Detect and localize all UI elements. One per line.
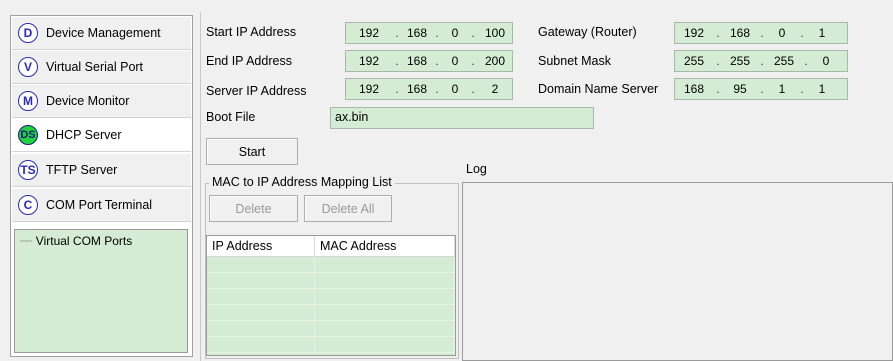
- start-ip-label: Start IP Address: [206, 25, 297, 39]
- list-row: [207, 257, 455, 273]
- subnet-mask-field[interactable]: 255 . 255 . 255 . 0: [674, 50, 848, 72]
- server-ip-field[interactable]: 192 . 168 . 0 . 2: [345, 78, 513, 100]
- gateway-field[interactable]: 192 . 168 . 0 . 1: [674, 22, 848, 44]
- tree-item-label: Virtual COM Ports: [35, 234, 133, 248]
- octet-separator: .: [716, 54, 720, 68]
- tftp-server-icon: TS: [18, 160, 38, 180]
- delete-all-button[interactable]: Delete All: [304, 195, 392, 222]
- device-monitor-icon: M: [18, 91, 38, 111]
- virtual-serial-port-icon: V: [18, 57, 38, 77]
- boot-file-label: Boot File: [206, 110, 256, 124]
- octet-separator: .: [800, 82, 804, 96]
- octet-separator: .: [395, 82, 399, 96]
- octet-separator: .: [760, 82, 764, 96]
- nav-item-label: DHCP Server: [46, 128, 122, 142]
- octet-separator: .: [716, 82, 720, 96]
- boot-file-field[interactable]: ax.bin: [330, 107, 594, 129]
- tree-item-virtual-com-ports[interactable]: ┄┄ Virtual COM Ports: [20, 234, 187, 248]
- nav-item-label: TFTP Server: [46, 163, 118, 177]
- mac-ip-mapping-list[interactable]: IP Address MAC Address: [206, 235, 456, 356]
- start-ip-octet: 168: [406, 26, 428, 40]
- gateway-label: Gateway (Router): [538, 25, 637, 39]
- nav-item-label: COM Port Terminal: [46, 198, 153, 212]
- server-ip-octet: 192: [358, 82, 380, 96]
- start-ip-octet: 0: [451, 26, 459, 40]
- dns-octet: 95: [733, 82, 747, 96]
- subnet-octet: 0: [822, 54, 830, 68]
- nav-item-dhcp-server[interactable]: DS DHCP Server: [12, 119, 191, 152]
- gateway-octet: 168: [729, 26, 751, 40]
- subnet-octet: 255: [683, 54, 705, 68]
- dns-octet: 1: [818, 82, 826, 96]
- start-button[interactable]: Start: [206, 138, 298, 165]
- octet-separator: .: [760, 54, 764, 68]
- log-label: Log: [466, 162, 487, 176]
- gateway-octet: 0: [778, 26, 786, 40]
- list-row: [207, 289, 455, 305]
- octet-separator: .: [435, 82, 439, 96]
- end-ip-field[interactable]: 192 . 168 . 0 . 200: [345, 50, 513, 72]
- list-row: [207, 305, 455, 321]
- server-ip-label: Server IP Address: [206, 84, 307, 98]
- gateway-octet: 1: [818, 26, 826, 40]
- tree-connector-icon: ┄┄: [20, 234, 33, 248]
- mac-ip-mapping-title: MAC to IP Address Mapping List: [209, 175, 395, 189]
- dns-field[interactable]: 168 . 95 . 1 . 1: [674, 78, 848, 100]
- octet-separator: .: [800, 26, 804, 40]
- subnet-octet: 255: [773, 54, 795, 68]
- nav-item-virtual-serial-port[interactable]: V Virtual Serial Port: [12, 51, 191, 84]
- end-ip-octet: 0: [451, 54, 459, 68]
- end-ip-label: End IP Address: [206, 54, 292, 68]
- octet-separator: .: [395, 54, 399, 68]
- list-header: IP Address MAC Address: [207, 236, 455, 257]
- nav-item-label: Device Management: [46, 26, 161, 40]
- nav-item-label: Virtual Serial Port: [46, 60, 144, 74]
- octet-separator: .: [760, 26, 764, 40]
- start-ip-octet: 100: [484, 26, 506, 40]
- octet-separator: .: [471, 82, 475, 96]
- nav-item-tftp-server[interactable]: TS TFTP Server: [12, 154, 191, 187]
- column-header-mac-address[interactable]: MAC Address: [315, 236, 455, 256]
- nav-item-device-management[interactable]: D Device Management: [12, 17, 191, 50]
- server-ip-octet: 2: [491, 82, 499, 96]
- nav-item-device-monitor[interactable]: M Device Monitor: [12, 85, 191, 118]
- octet-separator: .: [804, 54, 808, 68]
- nav-item-com-port-terminal[interactable]: C COM Port Terminal: [12, 189, 191, 222]
- subnet-octet: 255: [729, 54, 751, 68]
- end-ip-octet: 168: [406, 54, 428, 68]
- octet-separator: .: [716, 26, 720, 40]
- column-header-ip-address[interactable]: IP Address: [207, 236, 315, 256]
- dns-label: Domain Name Server: [538, 82, 659, 96]
- end-ip-octet: 200: [484, 54, 506, 68]
- device-management-icon: D: [18, 23, 38, 43]
- gateway-octet: 192: [683, 26, 705, 40]
- nav-item-label: Device Monitor: [46, 94, 130, 108]
- octet-separator: .: [471, 54, 475, 68]
- octet-separator: .: [471, 26, 475, 40]
- end-ip-octet: 192: [358, 54, 380, 68]
- octet-separator: .: [395, 26, 399, 40]
- start-ip-field[interactable]: 192 . 168 . 0 . 100: [345, 22, 513, 44]
- octet-separator: .: [435, 54, 439, 68]
- list-row: [207, 337, 455, 353]
- dhcp-server-icon: DS: [18, 125, 38, 145]
- list-row: [207, 321, 455, 337]
- log-area[interactable]: [462, 182, 893, 361]
- list-body: [207, 257, 455, 353]
- dns-octet: 1: [778, 82, 786, 96]
- dns-octet: 168: [683, 82, 705, 96]
- subnet-mask-label: Subnet Mask: [538, 54, 611, 68]
- server-ip-octet: 168: [406, 82, 428, 96]
- navigation-panel: D Device Management V Virtual Serial Por…: [10, 15, 193, 357]
- virtual-com-ports-tree[interactable]: ┄┄ Virtual COM Ports: [14, 229, 188, 353]
- list-row: [207, 273, 455, 289]
- com-port-terminal-icon: C: [18, 195, 38, 215]
- octet-separator: .: [435, 26, 439, 40]
- start-ip-octet: 192: [358, 26, 380, 40]
- server-ip-octet: 0: [451, 82, 459, 96]
- delete-button[interactable]: Delete: [209, 195, 298, 222]
